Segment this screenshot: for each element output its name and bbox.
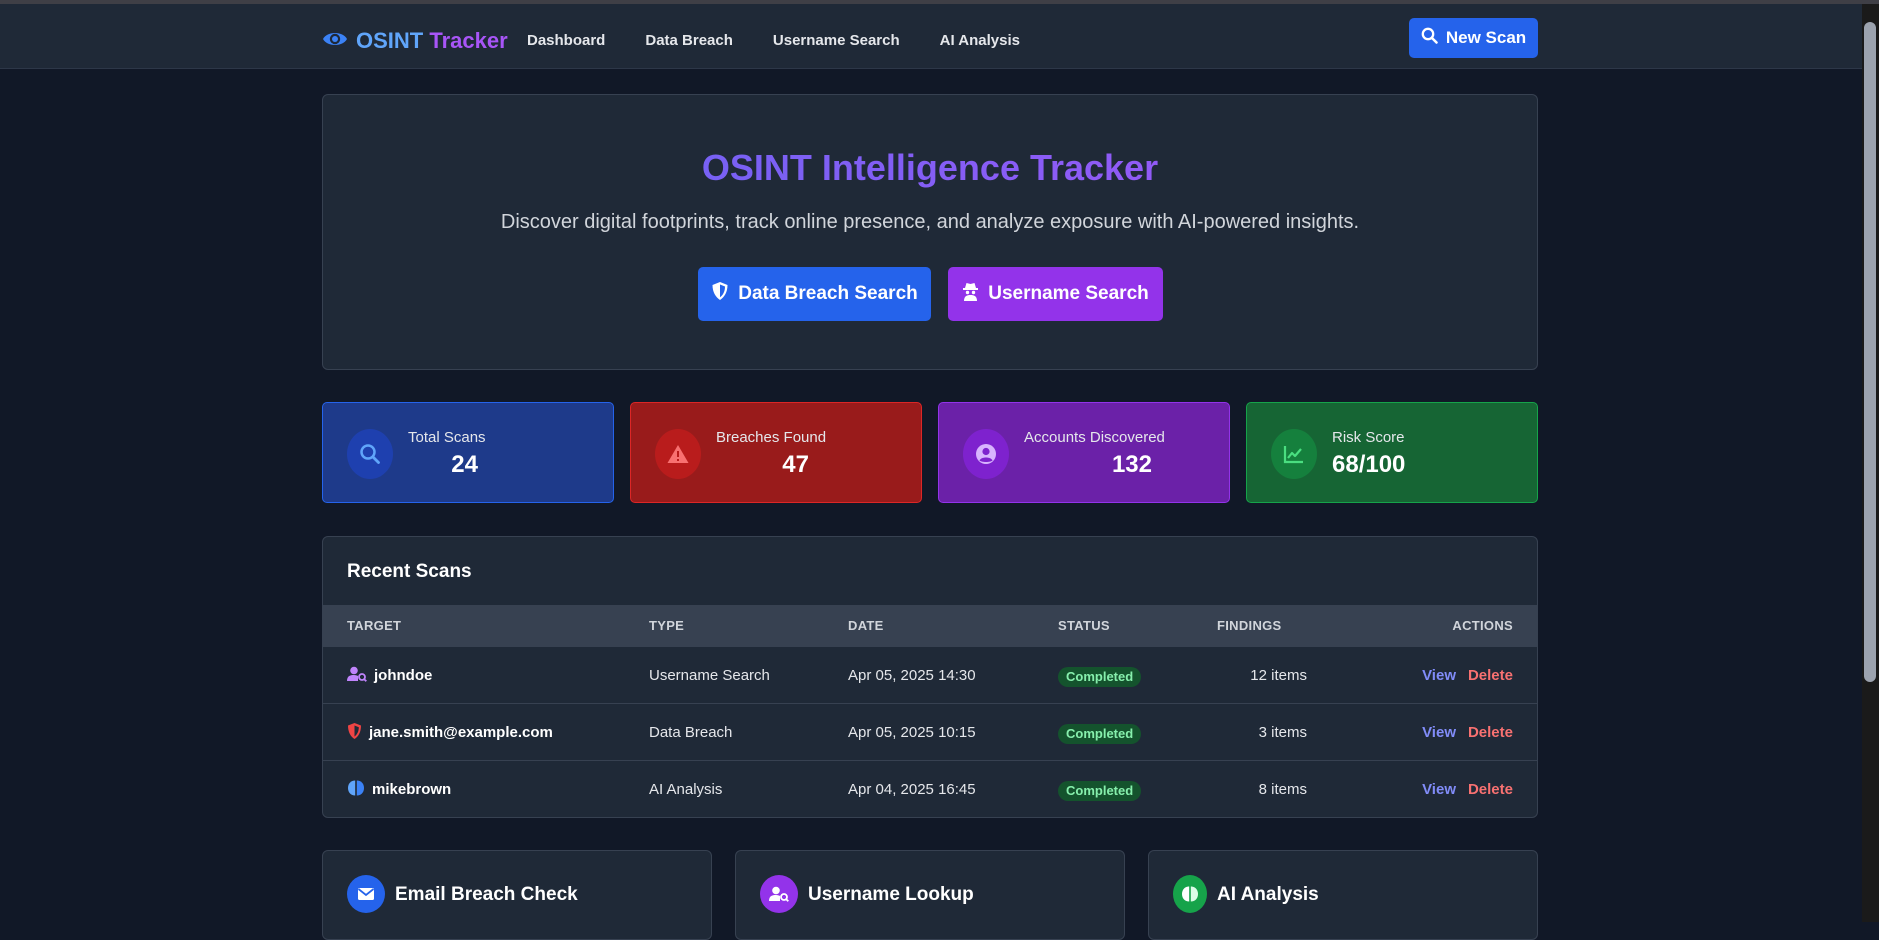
date-cell: Apr 05, 2025 14:30 <box>848 667 976 684</box>
search-icon <box>1421 27 1438 49</box>
brain-icon <box>1173 875 1207 913</box>
column-header-status: STATUS <box>1058 618 1110 633</box>
stat-label: Risk Score <box>1332 429 1405 446</box>
feature-card-email-breach[interactable]: Email Breach Check <box>322 850 712 940</box>
chart-line-icon <box>1271 429 1317 479</box>
stat-value: 68/100 <box>1332 451 1406 478</box>
table-row[interactable]: johndoe Username Search Apr 05, 2025 14:… <box>323 646 1537 703</box>
stat-card-risk-score: Risk Score 68/100 <box>1246 402 1538 503</box>
type-cell: AI Analysis <box>649 781 723 798</box>
type-cell: Data Breach <box>649 724 733 741</box>
target-cell: johndoe <box>347 647 432 704</box>
column-header-findings: FINDINGS <box>1217 618 1282 633</box>
hero-panel: OSINT Intelligence Tracker Discover digi… <box>322 94 1538 370</box>
target-name: johndoe <box>374 667 433 684</box>
new-scan-button[interactable]: New Scan <box>1409 18 1538 58</box>
brain-icon <box>347 779 365 801</box>
findings-cell: 3 items <box>1258 724 1307 741</box>
target-cell: jane.smith@example.com <box>347 704 553 761</box>
shield-icon <box>711 281 729 307</box>
feature-card-title: Email Breach Check <box>395 884 578 905</box>
feature-card-title: Username Lookup <box>808 884 974 905</box>
stat-label: Total Scans <box>408 429 486 446</box>
username-search-button[interactable]: Username Search <box>948 267 1163 321</box>
date-cell: Apr 04, 2025 16:45 <box>848 781 976 798</box>
navbar: OSINT Tracker Dashboard Data Breach User… <box>0 4 1862 69</box>
feature-card-ai-analysis[interactable]: AI Analysis <box>1148 850 1538 940</box>
nav-link-dashboard[interactable]: Dashboard <box>527 26 605 56</box>
warning-icon <box>655 429 701 479</box>
scrollbar-thumb[interactable] <box>1864 22 1876 682</box>
date-cell: Apr 05, 2025 10:15 <box>848 724 976 741</box>
eye-icon <box>322 29 348 54</box>
nav-link-username-search[interactable]: Username Search <box>773 26 900 56</box>
stat-value: 24 <box>451 451 478 478</box>
target-name: mikebrown <box>372 781 452 798</box>
delete-link[interactable]: Delete <box>1468 761 1513 817</box>
nav-link-ai-analysis[interactable]: AI Analysis <box>940 26 1020 56</box>
recent-scans-title: Recent Scans <box>347 561 472 582</box>
column-header-type: TYPE <box>649 618 685 633</box>
column-header-date: DATE <box>848 618 884 633</box>
data-breach-search-button[interactable]: Data Breach Search <box>698 267 931 321</box>
view-link[interactable]: View <box>1422 761 1456 817</box>
stat-card-accounts-discovered: Accounts Discovered 132 <box>938 402 1230 503</box>
nav-links: Dashboard Data Breach Username Search AI… <box>527 26 1020 56</box>
column-header-actions: ACTIONS <box>1452 618 1513 633</box>
view-link[interactable]: View <box>1422 704 1456 761</box>
table-header: TARGET TYPE DATE STATUS FINDINGS ACTIONS <box>323 605 1537 646</box>
column-header-target: TARGET <box>347 618 402 633</box>
brand-name-part2: Tracker <box>429 28 508 53</box>
type-cell: Username Search <box>649 667 770 684</box>
stat-label: Accounts Discovered <box>1024 429 1165 446</box>
view-link[interactable]: View <box>1422 647 1456 704</box>
table-row[interactable]: jane.smith@example.com Data Breach Apr 0… <box>323 703 1537 760</box>
findings-cell: 8 items <box>1258 781 1307 798</box>
data-breach-search-label: Data Breach Search <box>738 283 918 304</box>
target-cell: mikebrown <box>347 761 452 817</box>
brand-name: OSINT Tracker <box>356 28 508 54</box>
target-name: jane.smith@example.com <box>369 724 553 741</box>
user-search-icon <box>760 875 798 913</box>
spy-icon <box>962 281 979 307</box>
stat-card-breaches-found: Breaches Found 47 <box>630 402 922 503</box>
search-icon <box>347 429 393 479</box>
feature-card-title: AI Analysis <box>1217 884 1319 905</box>
status-badge: Completed <box>1058 724 1142 744</box>
stat-value: 132 <box>1111 451 1152 478</box>
brand-logo[interactable]: OSINT Tracker <box>322 24 508 58</box>
delete-link[interactable]: Delete <box>1468 647 1513 704</box>
delete-link[interactable]: Delete <box>1468 704 1513 761</box>
findings-cell: 12 items <box>1250 667 1307 684</box>
user-circle-icon <box>963 429 1009 479</box>
username-search-label: Username Search <box>988 283 1149 304</box>
user-search-icon <box>347 666 367 686</box>
brand-name-part1: OSINT <box>356 28 424 53</box>
nav-link-data-breach[interactable]: Data Breach <box>645 26 733 56</box>
shield-icon <box>347 722 362 744</box>
envelope-icon <box>347 875 385 913</box>
recent-scans-panel: Recent Scans TARGET TYPE DATE STATUS FIN… <box>322 536 1538 818</box>
hero-title: OSINT Intelligence Tracker <box>323 147 1537 189</box>
stat-label: Breaches Found <box>716 429 827 446</box>
stat-value: 47 <box>782 451 809 478</box>
feature-card-username-lookup[interactable]: Username Lookup <box>735 850 1125 940</box>
status-badge: Completed <box>1058 667 1142 687</box>
status-badge: Completed <box>1058 781 1142 801</box>
stat-card-total-scans: Total Scans 24 <box>322 402 614 503</box>
hero-subtitle: Discover digital footprints, track onlin… <box>500 211 1360 233</box>
new-scan-label: New Scan <box>1445 28 1527 47</box>
table-row[interactable]: mikebrown AI Analysis Apr 04, 2025 16:45… <box>323 760 1537 817</box>
